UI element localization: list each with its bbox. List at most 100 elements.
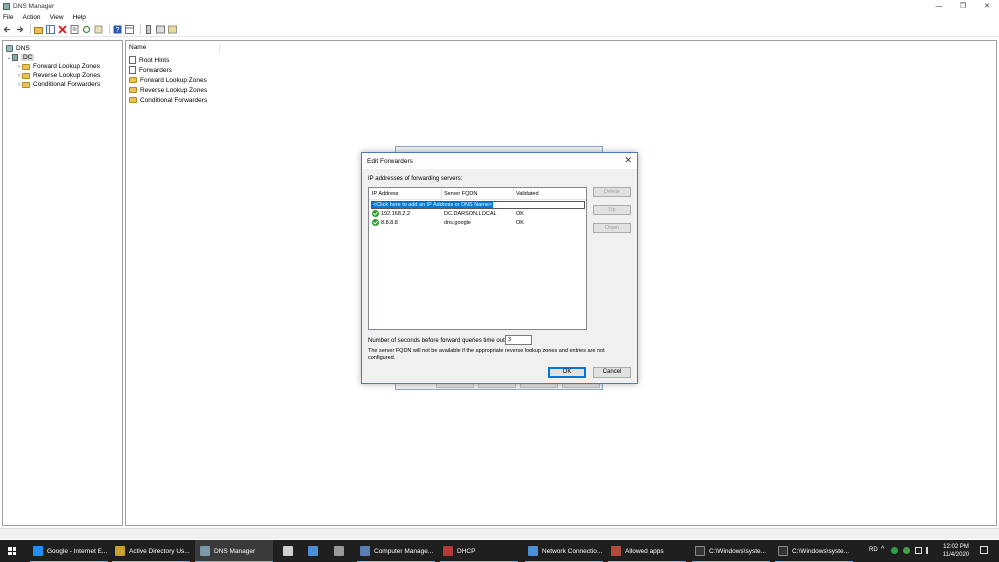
list-item-label: Reverse Lookup Zones — [140, 86, 208, 94]
taskbar-app-command-prompt[interactable]: C:\Windows\syste... — [775, 540, 853, 562]
forwarder-fqdn: DC.DARSON.LOCAL — [444, 211, 497, 217]
taskbar-app-dhcp[interactable]: DHCP — [440, 540, 518, 562]
menu-action[interactable]: Action — [22, 14, 40, 21]
network-icon[interactable] — [915, 547, 922, 554]
dialog-close-button[interactable]: ✕ — [624, 155, 632, 166]
command-prompt-icon — [778, 546, 788, 556]
toolbar: ? — [0, 23, 999, 37]
export-list-icon[interactable] — [94, 25, 103, 34]
server-manager-icon — [308, 546, 318, 556]
list-item[interactable]: Reverse Lookup Zones — [129, 85, 207, 95]
taskbar-app-dns-manager[interactable]: DNS Manager — [195, 540, 273, 562]
list-item[interactable]: Forwarders — [129, 65, 172, 75]
forwarders-list[interactable]: IP Address Server FQDN Validated <Click … — [368, 187, 587, 330]
taskbar: Google - Internet E... Active Directory … — [0, 540, 999, 562]
column-divider[interactable] — [513, 188, 514, 200]
column-divider[interactable] — [441, 188, 442, 200]
tray-rd-label[interactable]: RD — [869, 547, 878, 553]
check-icon — [372, 210, 379, 217]
delete-icon[interactable] — [58, 25, 67, 34]
taskbar-app-printer[interactable] — [334, 540, 350, 562]
taskbar-app-label: C:\Windows\syste... — [792, 547, 850, 555]
delete-button[interactable]: Delete — [593, 187, 631, 197]
speaker-icon[interactable] — [926, 547, 933, 554]
taskbar-app-command-prompt[interactable]: C:\Windows\syste... — [692, 540, 770, 562]
start-button[interactable] — [8, 547, 16, 555]
taskbar-app-server-manager[interactable] — [308, 540, 324, 562]
dhcp-icon — [443, 546, 453, 556]
column-header-name[interactable]: Name — [129, 44, 220, 53]
cancel-button[interactable]: Cancel — [593, 367, 631, 378]
up-folder-icon[interactable] — [34, 25, 43, 34]
toolbar-separator — [109, 25, 110, 34]
timeout-label: Number of seconds before forward queries… — [368, 338, 507, 344]
tree-node-server[interactable]: ⌄ DC — [6, 53, 35, 62]
fqdn-note: The server FQDN will not be available if… — [368, 348, 605, 361]
record-icon[interactable] — [168, 25, 177, 34]
folder-icon — [129, 97, 137, 103]
folder-icon — [22, 63, 30, 70]
list-item-label: Root Hints — [139, 56, 170, 64]
show-hide-tree-icon[interactable] — [46, 25, 55, 34]
taskbar-app-label: Google - Internet E... — [47, 547, 108, 555]
restore-button[interactable]: ❐ — [951, 0, 975, 12]
add-forwarder-row[interactable]: <Click here to add an IP Address or DNS … — [371, 201, 585, 209]
forwarder-row[interactable]: 192.168.2.2 DC.DARSON.LOCAL OK — [371, 210, 585, 218]
forwarder-ip: 8.8.8.8 — [381, 220, 398, 226]
close-button[interactable]: ✕ — [975, 0, 999, 12]
taskbar-app-allowed-apps[interactable]: Allowed apps — [608, 540, 686, 562]
list-item-label: Forward Lookup Zones — [140, 76, 207, 84]
down-button[interactable]: Down — [593, 223, 631, 233]
folder-icon — [129, 77, 137, 83]
help-icon[interactable]: ? — [113, 25, 122, 34]
clock[interactable]: 12:02 PM 11/4/2020 — [938, 543, 974, 559]
chevron-up-icon[interactable]: ^ — [881, 546, 884, 553]
column-header-ip-address[interactable]: IP Address — [372, 191, 399, 197]
menu-view[interactable]: View — [50, 14, 64, 21]
ok-button[interactable]: OK — [548, 367, 586, 378]
firewall-icon — [611, 546, 621, 556]
menu-file[interactable]: File — [3, 14, 13, 21]
list-item[interactable]: Conditional Forwarders — [129, 95, 207, 105]
tree-node-forward-lookup-zones[interactable]: › Forward Lookup Zones — [16, 62, 100, 71]
server-icon[interactable] — [144, 25, 153, 34]
folder-icon — [22, 81, 30, 88]
forwarders-list-label: IP addresses of forwarding servers: — [368, 176, 463, 182]
list-item[interactable]: Forward Lookup Zones — [129, 75, 207, 85]
taskbar-app-computer-management[interactable]: Computer Manage... — [357, 540, 435, 562]
sync-icon[interactable] — [891, 547, 898, 554]
properties-icon[interactable] — [70, 25, 79, 34]
add-forwarder-input[interactable]: <Click here to add an IP Address or DNS … — [372, 202, 494, 208]
view-icon[interactable] — [125, 25, 134, 34]
back-icon[interactable] — [3, 25, 12, 34]
forward-icon[interactable] — [15, 25, 24, 34]
taskbar-app-active-directory[interactable]: Active Directory Us... — [112, 540, 190, 562]
notepad-icon — [283, 546, 293, 556]
taskbar-app-internet-explorer[interactable]: Google - Internet E... — [30, 540, 108, 562]
tree-node-reverse-lookup-zones[interactable]: › Reverse Lookup Zones — [16, 71, 100, 80]
minimize-button[interactable]: — — [927, 0, 951, 12]
up-button[interactable]: Up — [593, 205, 631, 215]
taskbar-app-notepad[interactable] — [283, 540, 299, 562]
notifications-icon[interactable] — [980, 546, 988, 554]
column-header-validated[interactable]: Validated — [516, 191, 539, 197]
forwarder-fqdn: dns.google — [444, 220, 471, 226]
refresh-icon[interactable] — [82, 25, 91, 34]
menu-help[interactable]: Help — [73, 14, 86, 21]
computer-management-icon — [360, 546, 370, 556]
tree-node-label: DNS — [16, 45, 30, 52]
status-icon[interactable] — [903, 547, 910, 554]
dns-manager-icon — [200, 546, 210, 556]
zone-icon[interactable] — [156, 25, 165, 34]
list-item-label: Forwarders — [139, 66, 172, 74]
list-item[interactable]: Root Hints — [129, 55, 169, 65]
tree-node-dns[interactable]: DNS — [6, 44, 30, 53]
tree-node-label: Conditional Forwarders — [33, 81, 101, 88]
column-header-server-fqdn[interactable]: Server FQDN — [444, 191, 477, 197]
server-icon — [12, 54, 18, 61]
forwarder-row[interactable]: 8.8.8.8 dns.google OK — [371, 219, 585, 227]
taskbar-app-label: Active Directory Us... — [129, 547, 190, 555]
tree-node-conditional-forwarders[interactable]: › Conditional Forwarders — [16, 80, 100, 89]
timeout-input[interactable]: 3 — [505, 335, 532, 345]
taskbar-app-network-connections[interactable]: Network Connectio... — [525, 540, 603, 562]
